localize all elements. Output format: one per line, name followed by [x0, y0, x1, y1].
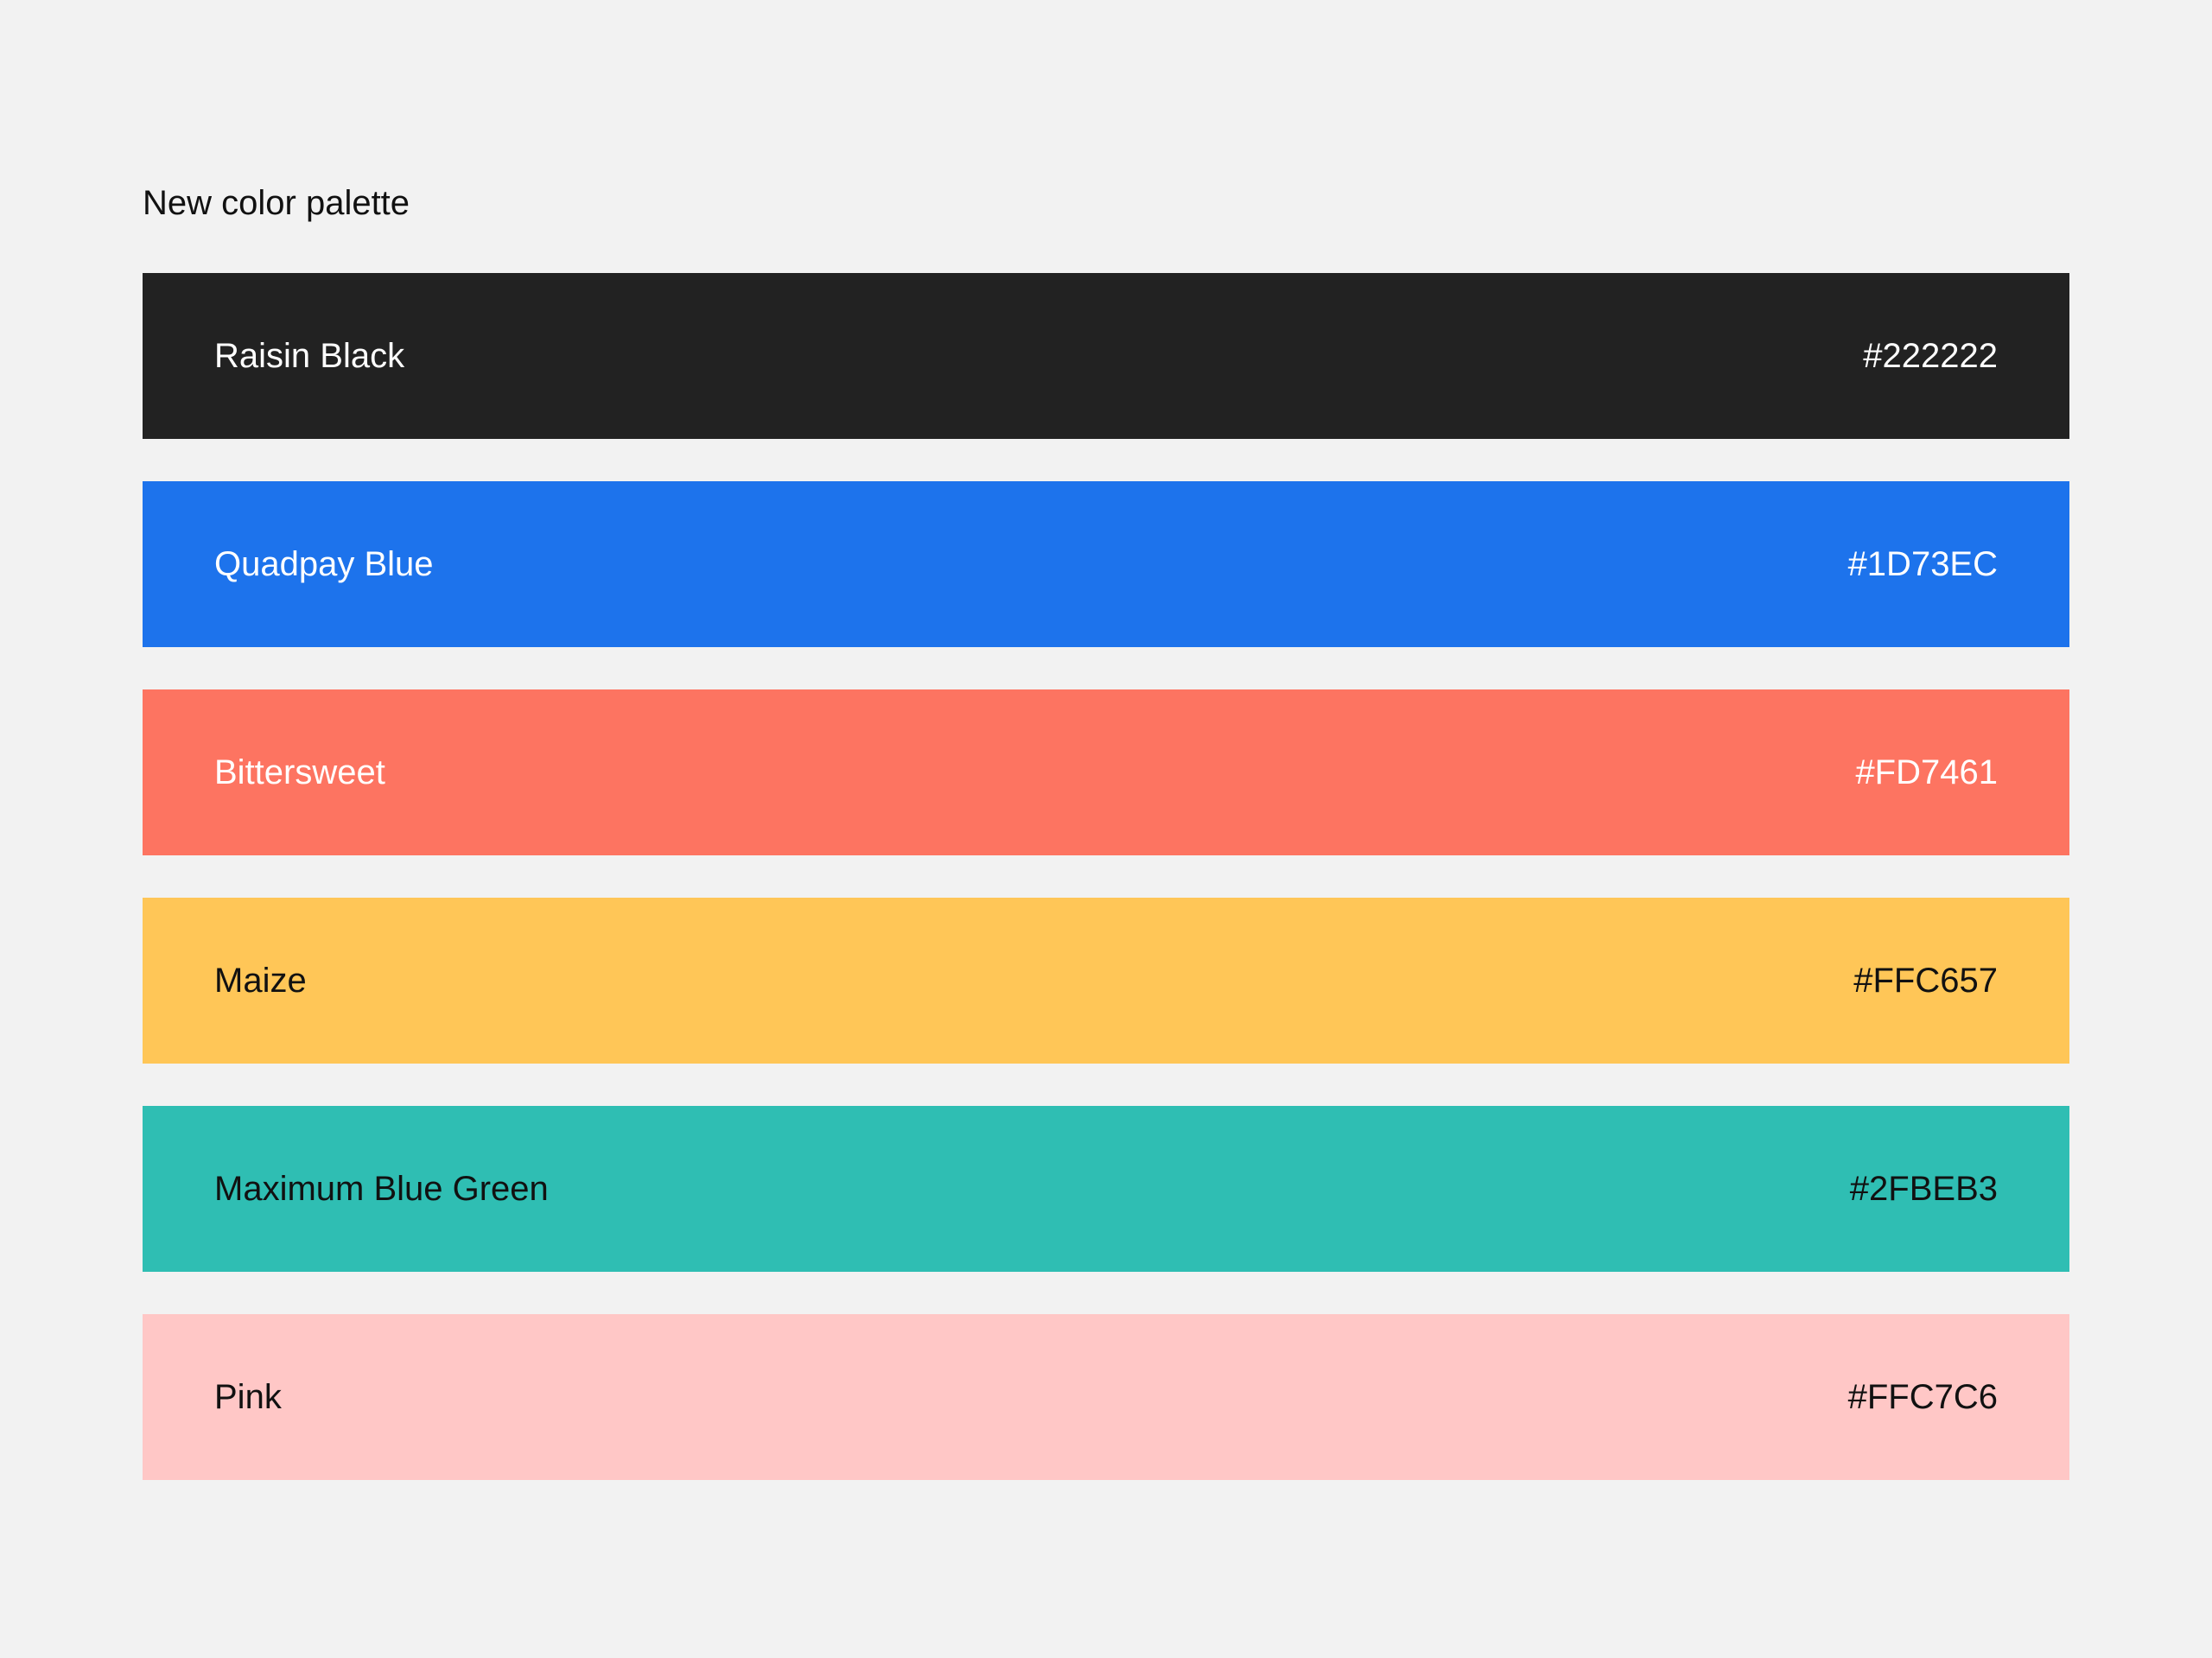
- swatch-maize: Maize #FFC657: [143, 898, 2069, 1064]
- swatch-hex: #FFC657: [1853, 962, 1998, 1000]
- swatch-name: Raisin Black: [214, 337, 405, 375]
- swatch-hex: #222222: [1863, 337, 1998, 375]
- page-title: New color palette: [143, 184, 410, 222]
- swatch-hex: #FD7461: [1855, 753, 1998, 791]
- swatch-name: Quadpay Blue: [214, 545, 434, 583]
- swatch-pink: Pink #FFC7C6: [143, 1314, 2069, 1480]
- palette-page: New color palette Raisin Black #222222 Q…: [0, 0, 2212, 1658]
- swatch-name: Bittersweet: [214, 753, 385, 791]
- swatch-raisin-black: Raisin Black #222222: [143, 273, 2069, 439]
- swatch-quadpay-blue: Quadpay Blue #1D73EC: [143, 481, 2069, 647]
- swatch-name: Maize: [214, 962, 307, 1000]
- swatch-hex: #2FBEB3: [1849, 1170, 1998, 1208]
- swatch-name: Maximum Blue Green: [214, 1170, 549, 1208]
- swatch-name: Pink: [214, 1378, 282, 1416]
- swatch-hex: #FFC7C6: [1847, 1378, 1998, 1416]
- swatch-hex: #1D73EC: [1847, 545, 1998, 583]
- swatch-list: Raisin Black #222222 Quadpay Blue #1D73E…: [143, 273, 2069, 1522]
- swatch-bittersweet: Bittersweet #FD7461: [143, 689, 2069, 855]
- swatch-maximum-blue-green: Maximum Blue Green #2FBEB3: [143, 1106, 2069, 1272]
